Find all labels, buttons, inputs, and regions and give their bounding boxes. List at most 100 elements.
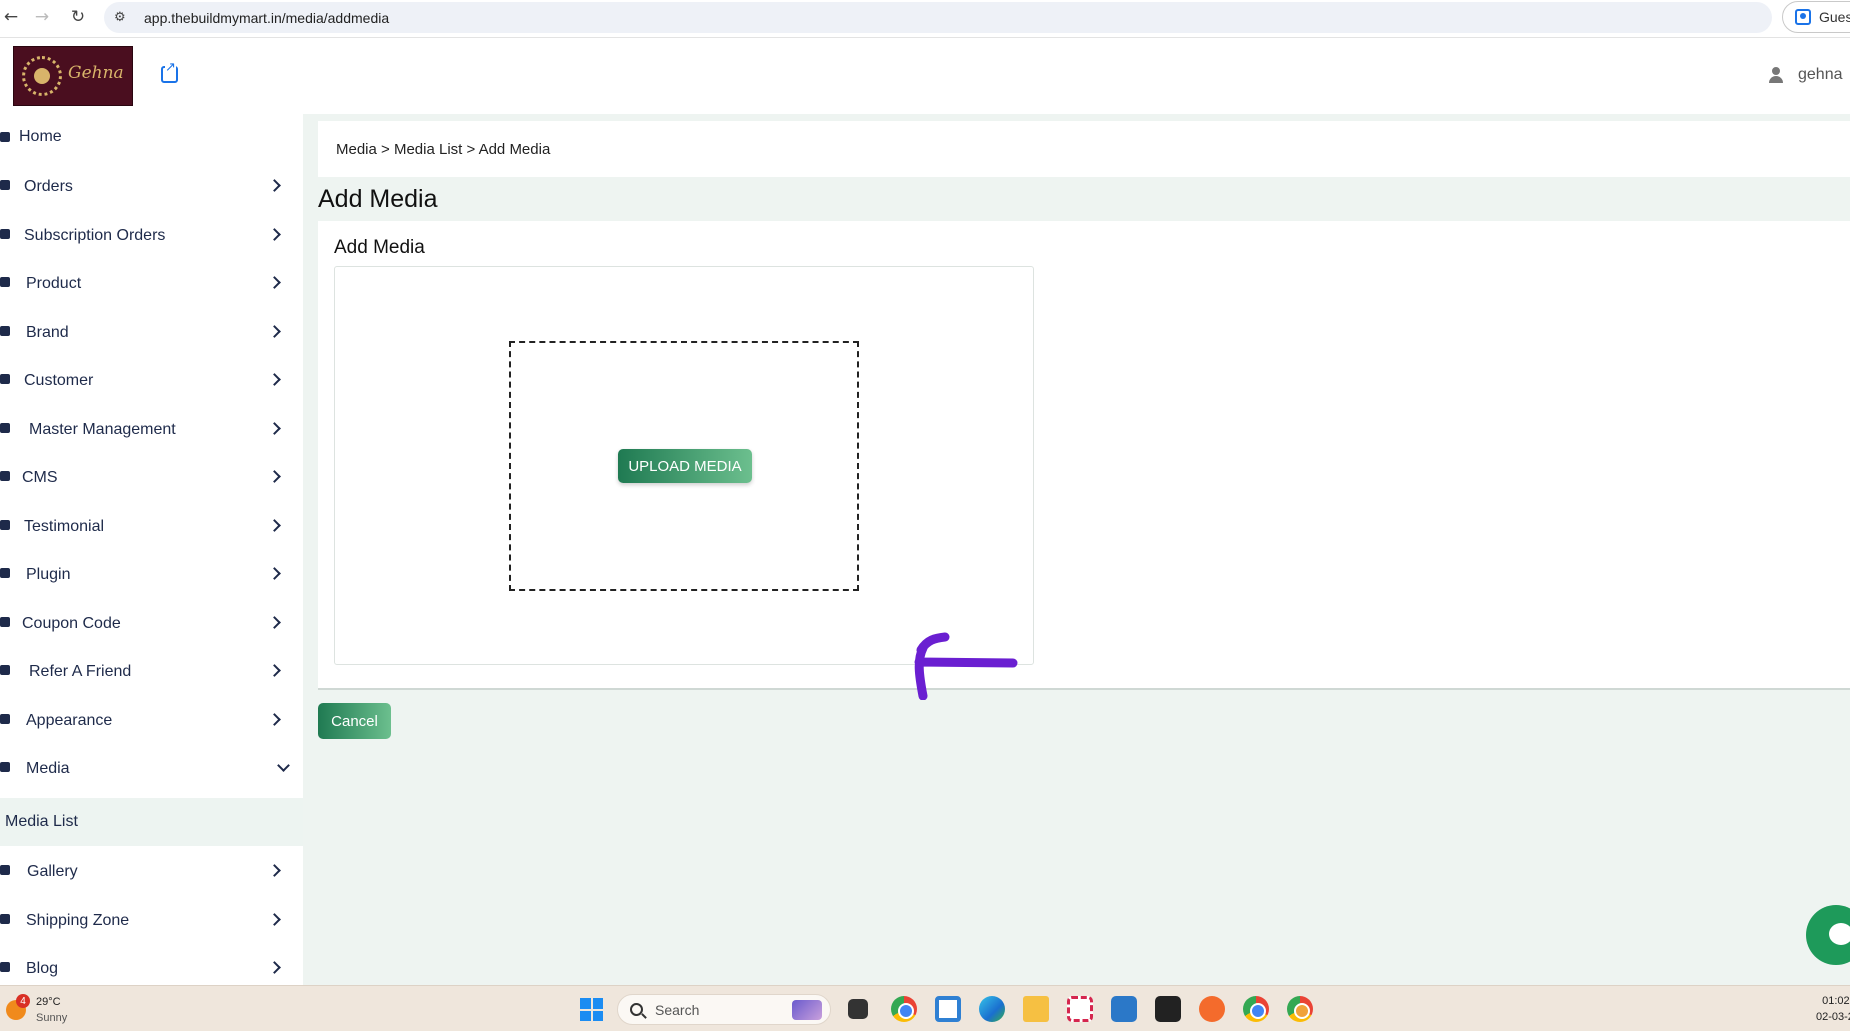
chevron-right-icon [268,913,281,926]
forward-icon[interactable]: → [31,6,53,28]
cms-icon [0,471,10,481]
sidebar-item-label: Coupon Code [22,615,121,632]
add-media-card: Add Media UPLOAD MEDIA [318,221,1850,690]
search-icon [630,1003,643,1016]
logo-emblem-icon [22,56,62,96]
sidebar-item-gallery[interactable]: Gallery [0,849,303,895]
user-name: gehna [1798,66,1843,83]
refer-icon [0,665,10,675]
upload-media-button[interactable]: UPLOAD MEDIA [618,449,752,483]
sidebar-item-label: Media [26,760,70,777]
sidebar-item-label: Testimonial [24,518,105,535]
sidebar-item-product[interactable]: Product [0,261,303,307]
sidebar-item-subscription-orders[interactable]: Subscription Orders [0,213,303,259]
sidebar-item-label: Brand [26,324,69,341]
sidebar-item-label: Master Management [29,421,176,438]
profile-button[interactable]: Guest [1782,1,1850,33]
dropzone[interactable]: UPLOAD MEDIA [509,341,859,591]
sidebar-item-testimonial[interactable]: Testimonial [0,504,303,550]
weather-widget[interactable]: 4 29°C Sunny [6,994,67,1026]
product-icon [0,277,10,287]
notepad-icon[interactable] [1111,996,1137,1022]
profile-label: Guest [1819,9,1850,25]
plugin-icon [0,568,10,578]
address-bar[interactable]: ⚙ app.thebuildmymart.in/media/addmedia [104,2,1772,33]
profile-icon [1795,9,1811,25]
sidebar-item-label: Plugin [26,566,71,583]
sidebar-item-blog[interactable]: Blog [0,946,303,985]
external-link-icon[interactable] [161,61,178,83]
appearance-icon [0,714,10,724]
main-content: Media > Media List > Add Media Add Media… [303,114,1850,985]
search-label: Search [655,1001,700,1018]
breadcrumb-text[interactable]: Media > Media List > Add Media [336,141,550,158]
chrome-profile-icon[interactable] [1243,996,1269,1022]
sidebar-item-label: Blog [26,960,59,977]
media-icon [0,762,10,772]
chrome-icon[interactable] [891,996,917,1022]
chevron-right-icon [268,470,281,483]
sidebar-item-coupon-code[interactable]: Coupon Code [0,601,303,647]
coupon-icon [0,617,10,627]
user-icon [1768,67,1784,83]
sidebar-item-label: Orders [24,178,73,195]
snipping-tool-icon[interactable] [1067,996,1093,1022]
subscription-icon [0,229,10,239]
back-icon[interactable]: ← [0,6,22,28]
chevron-right-icon [268,325,281,338]
user-menu[interactable]: gehna [1768,66,1843,84]
postman-icon[interactable] [1199,996,1225,1022]
breadcrumb: Media > Media List > Add Media [318,121,1850,177]
chat-icon[interactable] [1806,905,1850,965]
windows-start-icon[interactable] [580,998,603,1021]
sidebar-item-home[interactable]: Home [0,114,303,160]
sidebar-item-shipping-zone[interactable]: Shipping Zone [0,898,303,944]
sidebar-item-media-list[interactable]: Media List [0,798,303,846]
chevron-right-icon [268,616,281,629]
sidebar-item-media[interactable]: Media [0,746,303,792]
card-title: Add Media [334,237,425,258]
system-clock[interactable]: 01:02 P 02-03-20 [1800,993,1850,1025]
brand-logo[interactable]: Gehna [13,46,133,106]
sidebar-item-plugin[interactable]: Plugin [0,552,303,598]
chevron-right-icon [268,864,281,877]
cancel-button[interactable]: Cancel [318,703,391,739]
chrome-guest-icon[interactable] [1287,996,1313,1022]
notification-badge: 4 [16,994,30,1008]
sidebar-item-label: Product [26,275,82,292]
sidebar-item-cms[interactable]: CMS [0,455,303,501]
chevron-right-icon [268,422,281,435]
taskbar-search[interactable]: Search [617,994,831,1025]
home-icon [0,132,10,142]
logo-text: Gehna [68,63,124,83]
site-settings-icon[interactable]: ⚙ [114,10,136,25]
shipping-icon [0,914,10,924]
app-header: Gehna gehna [0,38,1850,114]
chevron-right-icon [268,713,281,726]
reload-icon[interactable]: ↻ [67,6,89,28]
clock-time: 01:02 P [1822,995,1850,1007]
sidebar-item-refer-a-friend[interactable]: Refer A Friend [0,649,303,695]
weather-condition: Sunny [36,1012,68,1024]
chevron-right-icon [268,228,281,241]
sidebar-item-master-management[interactable]: Master Management [0,407,303,453]
media-upload-panel: UPLOAD MEDIA [334,266,1034,665]
customer-icon [0,374,10,384]
sidebar-item-label: Shipping Zone [26,912,130,929]
chevron-right-icon [268,276,281,289]
vscode-icon[interactable] [935,996,961,1022]
edge-icon[interactable] [979,996,1005,1022]
task-view-icon[interactable] [848,999,868,1019]
file-explorer-icon[interactable] [1023,996,1049,1022]
sun-icon: 4 [6,994,30,1020]
sidebar-item-customer[interactable]: Customer [0,358,303,404]
sidebar-item-appearance[interactable]: Appearance [0,698,303,744]
url-text[interactable]: app.thebuildmymart.in/media/addmedia [144,10,389,26]
chevron-right-icon [268,567,281,580]
sidebar-item-orders[interactable]: Orders [0,164,303,210]
browser-toolbar: ← → ↻ ⚙ app.thebuildmymart.in/media/addm… [0,0,1850,38]
weather-temp: 29°C [36,996,61,1008]
terminal-icon[interactable] [1155,996,1181,1022]
blog-icon [0,962,10,972]
sidebar-item-brand[interactable]: Brand [0,310,303,356]
